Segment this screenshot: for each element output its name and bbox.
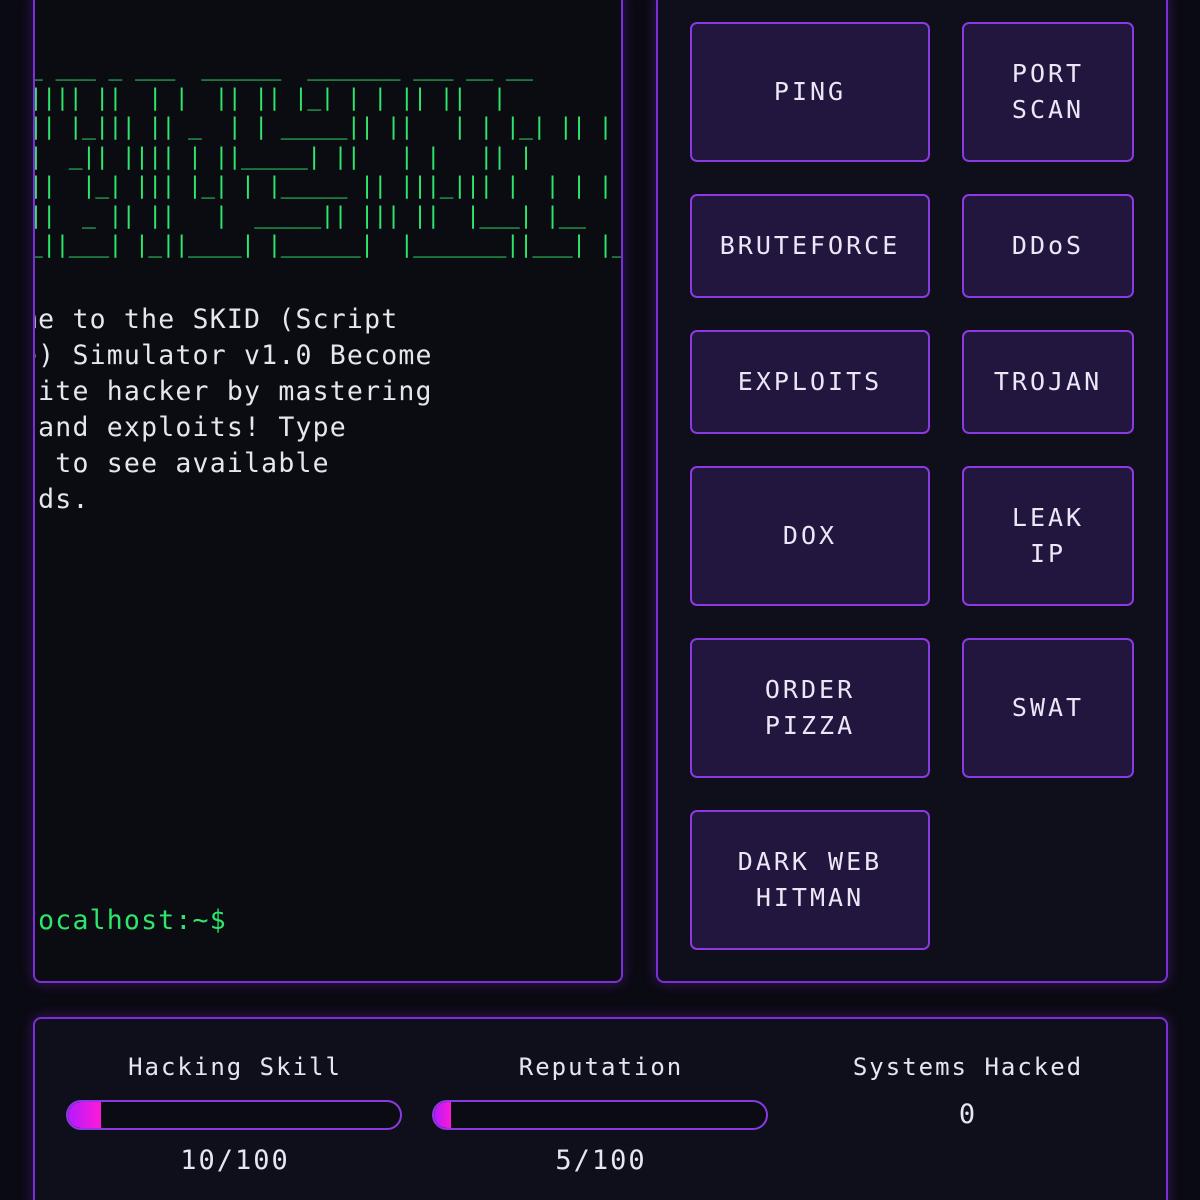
welcome-message: me to the SKID (Script e) Simulator v1.0… xyxy=(35,304,433,515)
dox-button[interactable]: DOX xyxy=(690,466,930,606)
reputation-label: Reputation xyxy=(518,1053,684,1081)
reputation-bar xyxy=(432,1100,768,1130)
reputation-bar-fill xyxy=(434,1102,451,1128)
systems-hacked-label: Systems Hacked xyxy=(852,1053,1084,1081)
hacking-skill-bar-fill xyxy=(68,1102,102,1128)
systems-hacked-value: 0 xyxy=(958,1099,978,1130)
terminal-prompt[interactable]: localhost:~$ xyxy=(35,905,227,936)
exploits-button[interactable]: EXPLOITS xyxy=(690,330,930,434)
hacking-skill-bar xyxy=(66,1100,402,1130)
dark-web-hitman-button[interactable]: DARK WEB HITMAN xyxy=(690,810,930,950)
stats-panel: Hacking Skill 10/100 Reputation 5/100 Sy… xyxy=(33,1017,1168,1200)
bruteforce-button[interactable]: BRUTEFORCE xyxy=(690,194,930,298)
terminal-panel[interactable]: _ ___ _ ___ ______ _______ ___ __ __ |||… xyxy=(33,0,623,983)
game-screen: _ ___ _ ___ ______ _______ ___ __ __ |||… xyxy=(0,0,1200,1200)
ping-button[interactable]: PING xyxy=(690,22,930,162)
hacking-skill-label: Hacking Skill xyxy=(128,1053,342,1081)
trojan-button[interactable]: TROJAN xyxy=(962,330,1134,434)
hacking-skill-value: 10/100 xyxy=(180,1145,290,1176)
order-pizza-button[interactable]: ORDER PIZZA xyxy=(690,638,930,778)
reputation-value: 5/100 xyxy=(555,1145,647,1176)
skid-ascii-logo: _ ___ _ ___ ______ _______ ___ __ __ |||… xyxy=(33,55,621,258)
leak-ip-button[interactable]: LEAK IP xyxy=(962,466,1134,606)
command-panel: PING PORT SCAN BRUTEFORCE DDoS EXPLOITS … xyxy=(656,0,1168,983)
swat-button[interactable]: SWAT xyxy=(962,638,1134,778)
port-scan-button[interactable]: PORT SCAN xyxy=(962,22,1134,162)
ddos-button[interactable]: DDoS xyxy=(962,194,1134,298)
